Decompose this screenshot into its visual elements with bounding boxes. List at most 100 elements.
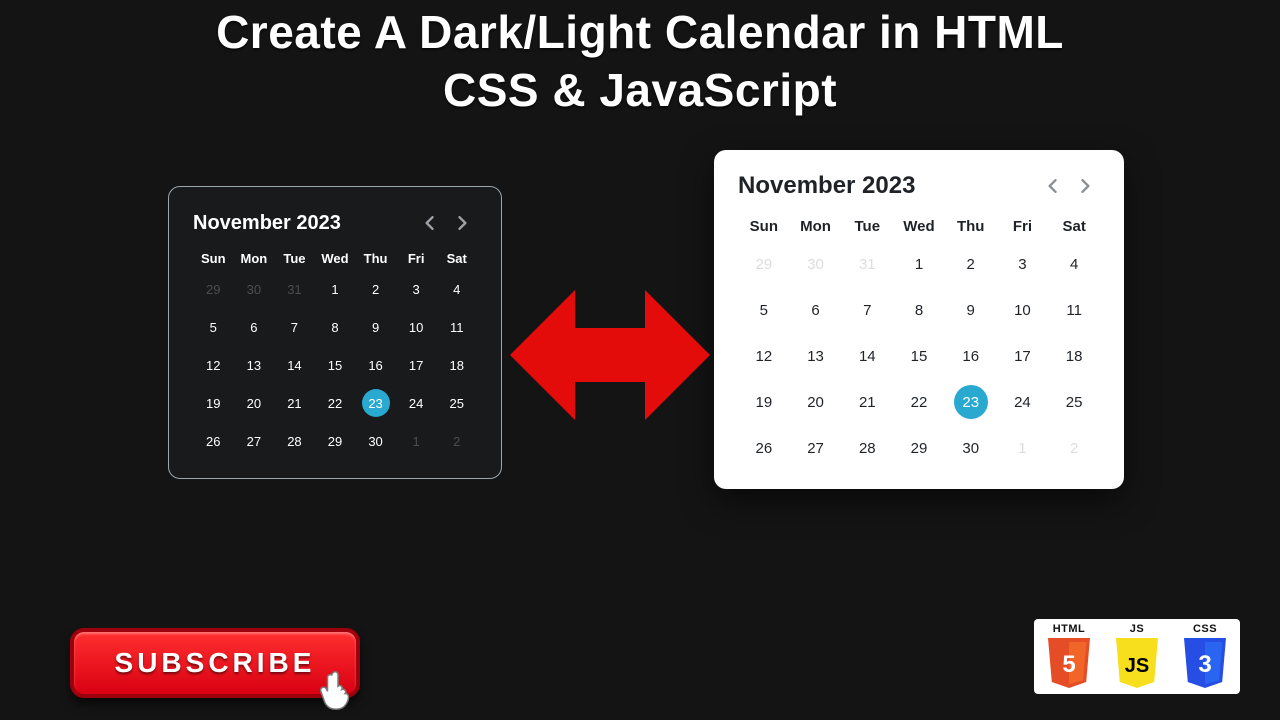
day-cell[interactable]: 2 bbox=[1054, 425, 1094, 471]
day-cell[interactable]: 24 bbox=[1002, 379, 1042, 425]
day-number: 30 bbox=[368, 434, 382, 449]
day-cell[interactable]: 26 bbox=[197, 422, 229, 460]
day-cell[interactable]: 2 bbox=[360, 270, 392, 308]
day-number: 30 bbox=[247, 282, 261, 297]
weekday-label: Sun bbox=[738, 218, 790, 235]
day-cell[interactable]: 15 bbox=[899, 333, 939, 379]
day-cell[interactable]: 30 bbox=[796, 241, 836, 287]
day-cell[interactable]: 14 bbox=[278, 346, 310, 384]
day-cell[interactable]: 30 bbox=[951, 425, 991, 471]
subscribe-label: SUBSCRIBE bbox=[115, 647, 316, 679]
day-cell[interactable]: 9 bbox=[360, 308, 392, 346]
day-cell[interactable]: 3 bbox=[1002, 241, 1042, 287]
day-cell[interactable]: 28 bbox=[278, 422, 310, 460]
day-cell[interactable]: 18 bbox=[1054, 333, 1094, 379]
day-cell[interactable]: 6 bbox=[238, 308, 270, 346]
day-cell[interactable]: 26 bbox=[744, 425, 784, 471]
day-cell[interactable]: 19 bbox=[197, 384, 229, 422]
weekday-row: SunMonTueWedThuFriSat bbox=[738, 218, 1100, 235]
day-number: 1 bbox=[413, 434, 420, 449]
day-cell[interactable]: 6 bbox=[796, 287, 836, 333]
day-cell[interactable]: 21 bbox=[847, 379, 887, 425]
day-cell[interactable]: 8 bbox=[899, 287, 939, 333]
day-cell[interactable]: 23 bbox=[951, 379, 991, 425]
day-cell[interactable]: 29 bbox=[319, 422, 351, 460]
prev-month-button[interactable] bbox=[1038, 172, 1066, 200]
day-number: 2 bbox=[453, 434, 460, 449]
day-cell[interactable]: 2 bbox=[441, 422, 473, 460]
weekday-label: Sun bbox=[193, 251, 234, 266]
day-cell[interactable]: 13 bbox=[796, 333, 836, 379]
day-cell[interactable]: 25 bbox=[441, 384, 473, 422]
day-number: 8 bbox=[915, 302, 923, 319]
next-month-button[interactable] bbox=[449, 209, 477, 237]
day-cell[interactable]: 2 bbox=[951, 241, 991, 287]
day-cell[interactable]: 10 bbox=[1002, 287, 1042, 333]
day-number: 7 bbox=[291, 320, 298, 335]
day-cell[interactable]: 12 bbox=[197, 346, 229, 384]
weekday-label: Mon bbox=[790, 218, 842, 235]
day-number: 14 bbox=[859, 348, 876, 365]
html5-badge: HTML 5 bbox=[1040, 623, 1098, 694]
subscribe-button[interactable]: SUBSCRIBE bbox=[70, 628, 360, 698]
day-cell[interactable]: 30 bbox=[360, 422, 392, 460]
day-cell[interactable]: 17 bbox=[1002, 333, 1042, 379]
day-cell[interactable]: 27 bbox=[238, 422, 270, 460]
day-cell[interactable]: 1 bbox=[899, 241, 939, 287]
next-month-button[interactable] bbox=[1072, 172, 1100, 200]
day-cell[interactable]: 27 bbox=[796, 425, 836, 471]
day-cell[interactable]: 29 bbox=[899, 425, 939, 471]
day-number: 6 bbox=[811, 302, 819, 319]
day-number: 1 bbox=[915, 256, 923, 273]
day-cell[interactable]: 31 bbox=[278, 270, 310, 308]
day-cell[interactable]: 17 bbox=[400, 346, 432, 384]
day-cell[interactable]: 4 bbox=[441, 270, 473, 308]
day-number: 10 bbox=[1014, 302, 1031, 319]
day-cell[interactable]: 16 bbox=[360, 346, 392, 384]
day-cell[interactable]: 10 bbox=[400, 308, 432, 346]
day-cell[interactable]: 29 bbox=[197, 270, 229, 308]
days-grid: 2930311234567891011121314151617181920212… bbox=[193, 270, 477, 460]
day-cell[interactable]: 28 bbox=[847, 425, 887, 471]
day-cell[interactable]: 9 bbox=[951, 287, 991, 333]
day-cell[interactable]: 20 bbox=[796, 379, 836, 425]
day-cell[interactable]: 19 bbox=[744, 379, 784, 425]
day-cell[interactable]: 25 bbox=[1054, 379, 1094, 425]
day-cell[interactable]: 12 bbox=[744, 333, 784, 379]
prev-month-button[interactable] bbox=[415, 209, 443, 237]
day-cell[interactable]: 5 bbox=[197, 308, 229, 346]
day-cell[interactable]: 30 bbox=[238, 270, 270, 308]
day-cell[interactable]: 4 bbox=[1054, 241, 1094, 287]
day-cell[interactable]: 3 bbox=[400, 270, 432, 308]
day-cell[interactable]: 16 bbox=[951, 333, 991, 379]
day-number: 4 bbox=[1070, 256, 1078, 273]
day-cell[interactable]: 14 bbox=[847, 333, 887, 379]
day-number: 5 bbox=[210, 320, 217, 335]
day-cell[interactable]: 11 bbox=[441, 308, 473, 346]
day-cell[interactable]: 31 bbox=[847, 241, 887, 287]
day-number: 5 bbox=[760, 302, 768, 319]
day-cell[interactable]: 24 bbox=[400, 384, 432, 422]
weekday-label: Tue bbox=[274, 251, 315, 266]
day-cell[interactable]: 22 bbox=[899, 379, 939, 425]
day-cell[interactable]: 5 bbox=[744, 287, 784, 333]
day-cell[interactable]: 21 bbox=[278, 384, 310, 422]
day-cell[interactable]: 20 bbox=[238, 384, 270, 422]
day-cell[interactable]: 7 bbox=[847, 287, 887, 333]
day-number: 13 bbox=[247, 358, 261, 373]
day-cell[interactable]: 13 bbox=[238, 346, 270, 384]
day-number: 1 bbox=[1018, 440, 1026, 457]
calendar-header: November 2023 bbox=[193, 209, 477, 237]
day-cell[interactable]: 1 bbox=[400, 422, 432, 460]
day-cell[interactable]: 7 bbox=[278, 308, 310, 346]
day-cell[interactable]: 15 bbox=[319, 346, 351, 384]
day-cell[interactable]: 18 bbox=[441, 346, 473, 384]
day-cell[interactable]: 23 bbox=[360, 384, 392, 422]
day-number: 8 bbox=[331, 320, 338, 335]
day-cell[interactable]: 22 bbox=[319, 384, 351, 422]
day-cell[interactable]: 11 bbox=[1054, 287, 1094, 333]
day-cell[interactable]: 8 bbox=[319, 308, 351, 346]
day-cell[interactable]: 1 bbox=[1002, 425, 1042, 471]
day-cell[interactable]: 1 bbox=[319, 270, 351, 308]
day-cell[interactable]: 29 bbox=[744, 241, 784, 287]
